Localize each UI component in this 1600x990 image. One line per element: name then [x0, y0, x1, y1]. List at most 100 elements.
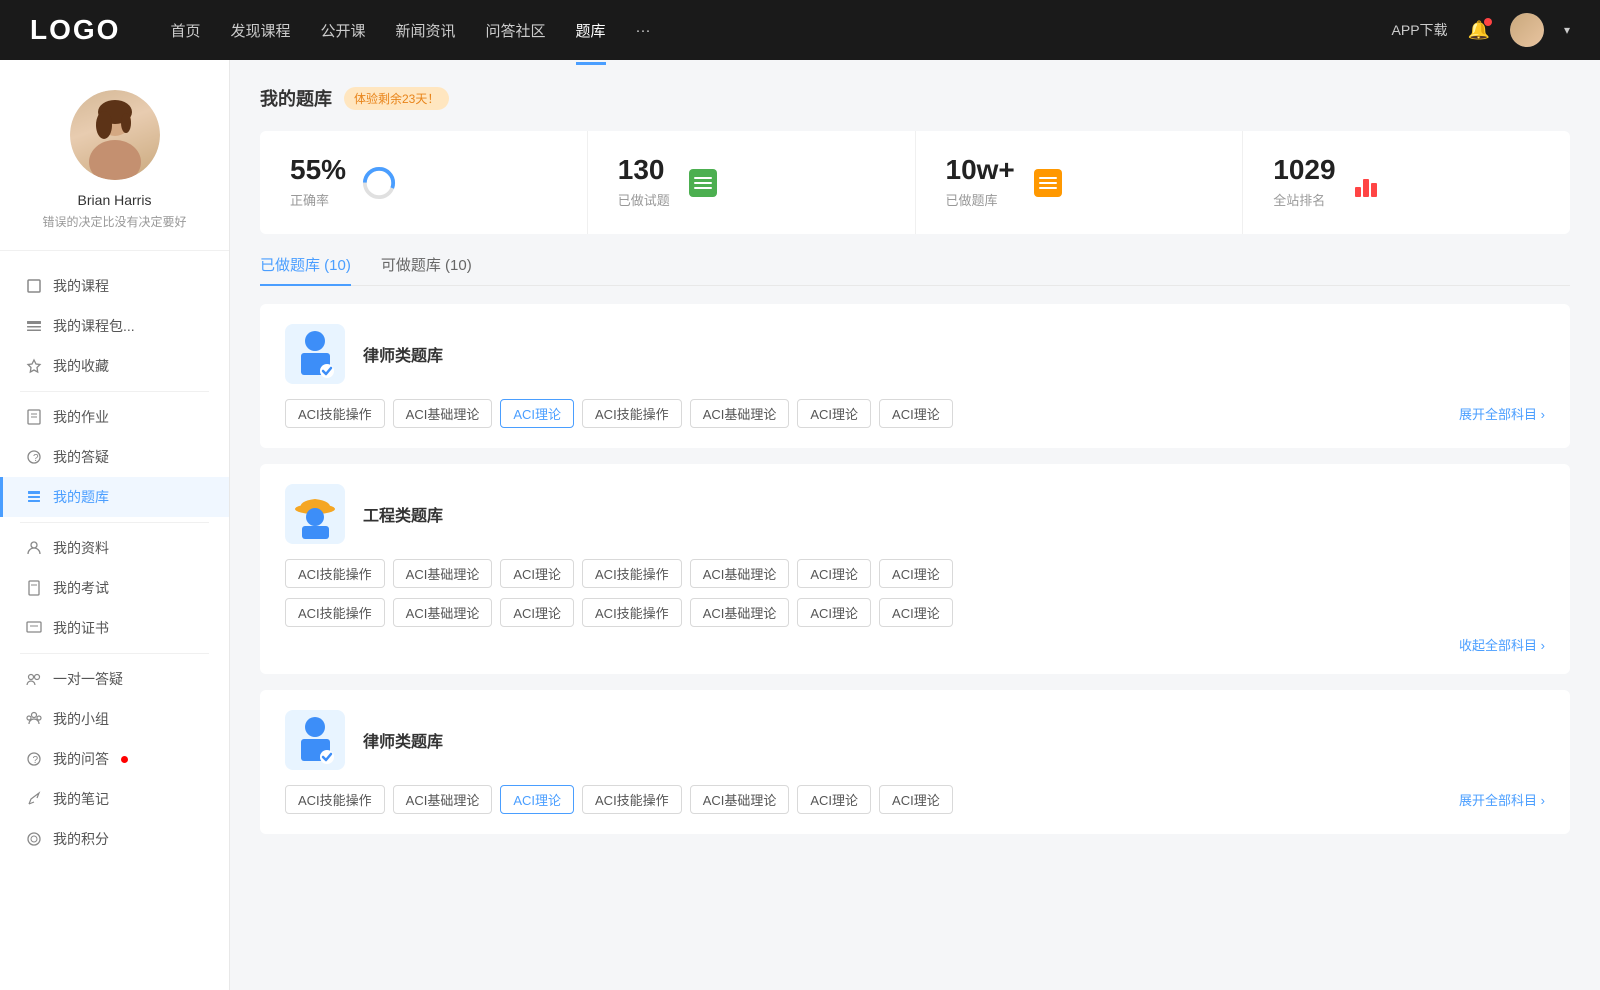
- eng-tag-9[interactable]: ACI基础理论: [393, 598, 493, 627]
- expand-link-2[interactable]: 展开全部科目 ›: [1459, 790, 1545, 809]
- logo[interactable]: LOGO: [30, 14, 120, 46]
- tag-1[interactable]: ACI技能操作: [285, 399, 385, 428]
- eng-tag-13[interactable]: ACI理论: [797, 598, 871, 627]
- tab-available[interactable]: 可做题库 (10): [381, 254, 472, 285]
- done-banks-icon: [1030, 165, 1066, 201]
- expand-link-1[interactable]: 展开全部科目 ›: [1459, 404, 1545, 423]
- law2-tag-1[interactable]: ACI技能操作: [285, 785, 385, 814]
- stat-done-questions-label: 已做试题: [618, 190, 670, 209]
- lawyer-svg-icon: [293, 329, 338, 379]
- qbank-card-lawyer-1-tags: ACI技能操作 ACI基础理论 ACI理论 ACI技能操作 ACI基础理论 AC…: [285, 399, 1545, 428]
- sidebar-item-points-label: 我的积分: [53, 829, 109, 849]
- stats-row: 55% 正确率 130 已做试题: [260, 131, 1570, 234]
- stat-done-banks-value: 10w+: [946, 156, 1015, 184]
- collapse-link[interactable]: 收起全部科目 ›: [285, 635, 1545, 654]
- eng-tag-7[interactable]: ACI理论: [879, 559, 953, 588]
- law2-tag-6[interactable]: ACI理论: [797, 785, 871, 814]
- stat-rank-label: 全站排名: [1273, 190, 1335, 209]
- sidebar-item-course-pkg-label: 我的课程包...: [53, 316, 135, 336]
- law2-tag-3-active[interactable]: ACI理论: [500, 785, 574, 814]
- sidebar-item-homework[interactable]: 我的作业: [0, 397, 229, 437]
- sidebar-item-favorites[interactable]: 我的收藏: [0, 346, 229, 386]
- law2-tag-4[interactable]: ACI技能操作: [582, 785, 682, 814]
- eng-tag-8[interactable]: ACI技能操作: [285, 598, 385, 627]
- one-on-one-icon: [25, 670, 43, 688]
- eng-tag-5[interactable]: ACI基础理论: [690, 559, 790, 588]
- sidebar-item-course[interactable]: 我的课程: [0, 266, 229, 306]
- sidebar-item-certificate[interactable]: 我的证书: [0, 608, 229, 648]
- law2-tag-2[interactable]: ACI基础理论: [393, 785, 493, 814]
- sidebar-item-question[interactable]: ? 我的问答: [0, 739, 229, 779]
- engineer-svg-icon: [293, 489, 338, 539]
- nav-discover[interactable]: 发现课程: [230, 16, 290, 45]
- nav-news[interactable]: 新闻资讯: [396, 16, 456, 45]
- tag-6[interactable]: ACI理论: [797, 399, 871, 428]
- sidebar-profile: Brian Harris 错误的决定比没有决定要好: [0, 90, 229, 251]
- lawyer-icon-wrap: [285, 324, 345, 384]
- sidebar-avatar-inner: [70, 90, 160, 180]
- page-header: 我的题库 体验剩余23天！: [260, 85, 1570, 111]
- eng-tag-3[interactable]: ACI理论: [500, 559, 574, 588]
- tag-7[interactable]: ACI理论: [879, 399, 953, 428]
- notification-bell[interactable]: 🔔: [1468, 20, 1490, 41]
- pie-chart-icon: [362, 166, 396, 200]
- sidebar-item-notes[interactable]: 我的笔记: [0, 779, 229, 819]
- app-download-button[interactable]: APP下载: [1392, 20, 1448, 40]
- qbank-card-engineer-tags-row1: ACI技能操作 ACI基础理论 ACI理论 ACI技能操作 ACI基础理论 AC…: [285, 559, 1545, 588]
- eng-tag-1[interactable]: ACI技能操作: [285, 559, 385, 588]
- sidebar-menu: 我的课程 我的课程包... 我的收藏 我的作业: [0, 266, 229, 859]
- avatar-silhouette: [70, 90, 160, 180]
- sidebar-item-profile-label: 我的资料: [53, 538, 109, 558]
- sidebar-motto: 错误的决定比没有决定要好: [42, 213, 186, 230]
- tab-done[interactable]: 已做题库 (10): [260, 254, 351, 285]
- qbank-card-engineer: 工程类题库 ACI技能操作 ACI基础理论 ACI理论 ACI技能操作 ACI基…: [260, 464, 1570, 674]
- stat-accuracy-text: 55% 正确率: [290, 156, 346, 209]
- tag-3-active[interactable]: ACI理论: [500, 399, 574, 428]
- stat-done-questions: 130 已做试题: [588, 131, 916, 234]
- lawyer-icon-wrap-2: [285, 710, 345, 770]
- sidebar-item-qa[interactable]: ? 我的答疑: [0, 437, 229, 477]
- sidebar-avatar: [70, 90, 160, 180]
- nav-qbank[interactable]: 题库: [576, 16, 606, 45]
- sidebar-item-exam[interactable]: 我的考试: [0, 568, 229, 608]
- nav-more[interactable]: ···: [636, 18, 651, 43]
- qbank-card-engineer-tags-row2: ACI技能操作 ACI基础理论 ACI理论 ACI技能操作 ACI基础理论 AC…: [285, 598, 1545, 627]
- sidebar-item-group[interactable]: 我的小组: [0, 699, 229, 739]
- stat-done-banks-label: 已做题库: [946, 190, 1015, 209]
- eng-tag-14[interactable]: ACI理论: [879, 598, 953, 627]
- law2-tag-7[interactable]: ACI理论: [879, 785, 953, 814]
- notification-dot: [1484, 18, 1492, 26]
- stat-done-questions-value: 130: [618, 156, 670, 184]
- tag-2[interactable]: ACI基础理论: [393, 399, 493, 428]
- eng-tag-12[interactable]: ACI基础理论: [690, 598, 790, 627]
- question-icon: ?: [25, 750, 43, 768]
- tag-5[interactable]: ACI基础理论: [690, 399, 790, 428]
- eng-tag-11[interactable]: ACI技能操作: [582, 598, 682, 627]
- nav-home[interactable]: 首页: [170, 16, 200, 45]
- sidebar-item-notes-label: 我的笔记: [53, 789, 109, 809]
- sidebar-item-profile[interactable]: 我的资料: [0, 528, 229, 568]
- qbank-card-engineer-collapse: 收起全部科目 ›: [285, 635, 1545, 654]
- nav-open-course[interactable]: 公开课: [320, 16, 365, 45]
- navbar-right: APP下载 🔔 ▾: [1392, 13, 1570, 47]
- page-title: 我的题库: [260, 85, 332, 111]
- law2-tag-5[interactable]: ACI基础理论: [690, 785, 790, 814]
- eng-tag-2[interactable]: ACI基础理论: [393, 559, 493, 588]
- avatar-dropdown-arrow[interactable]: ▾: [1564, 23, 1570, 37]
- eng-tag-6[interactable]: ACI理论: [797, 559, 871, 588]
- sidebar-item-one-on-one[interactable]: 一对一答疑: [0, 659, 229, 699]
- eng-tag-10[interactable]: ACI理论: [500, 598, 574, 627]
- tag-4[interactable]: ACI技能操作: [582, 399, 682, 428]
- stat-accuracy-value: 55%: [290, 156, 346, 184]
- nav-qa[interactable]: 问答社区: [486, 16, 546, 45]
- qbank-card-engineer-title: 工程类题库: [363, 502, 443, 526]
- homework-icon: [25, 408, 43, 426]
- sidebar-item-qbank[interactable]: 我的题库: [0, 477, 229, 517]
- navbar: LOGO 首页 发现课程 公开课 新闻资讯 问答社区 题库 ··· APP下载 …: [0, 0, 1600, 60]
- eng-tag-4[interactable]: ACI技能操作: [582, 559, 682, 588]
- divider-2: [20, 522, 209, 523]
- avatar[interactable]: [1510, 13, 1544, 47]
- sidebar-item-points[interactable]: 我的积分: [0, 819, 229, 859]
- green-list-icon: [689, 169, 717, 197]
- sidebar-item-course-pkg[interactable]: 我的课程包...: [0, 306, 229, 346]
